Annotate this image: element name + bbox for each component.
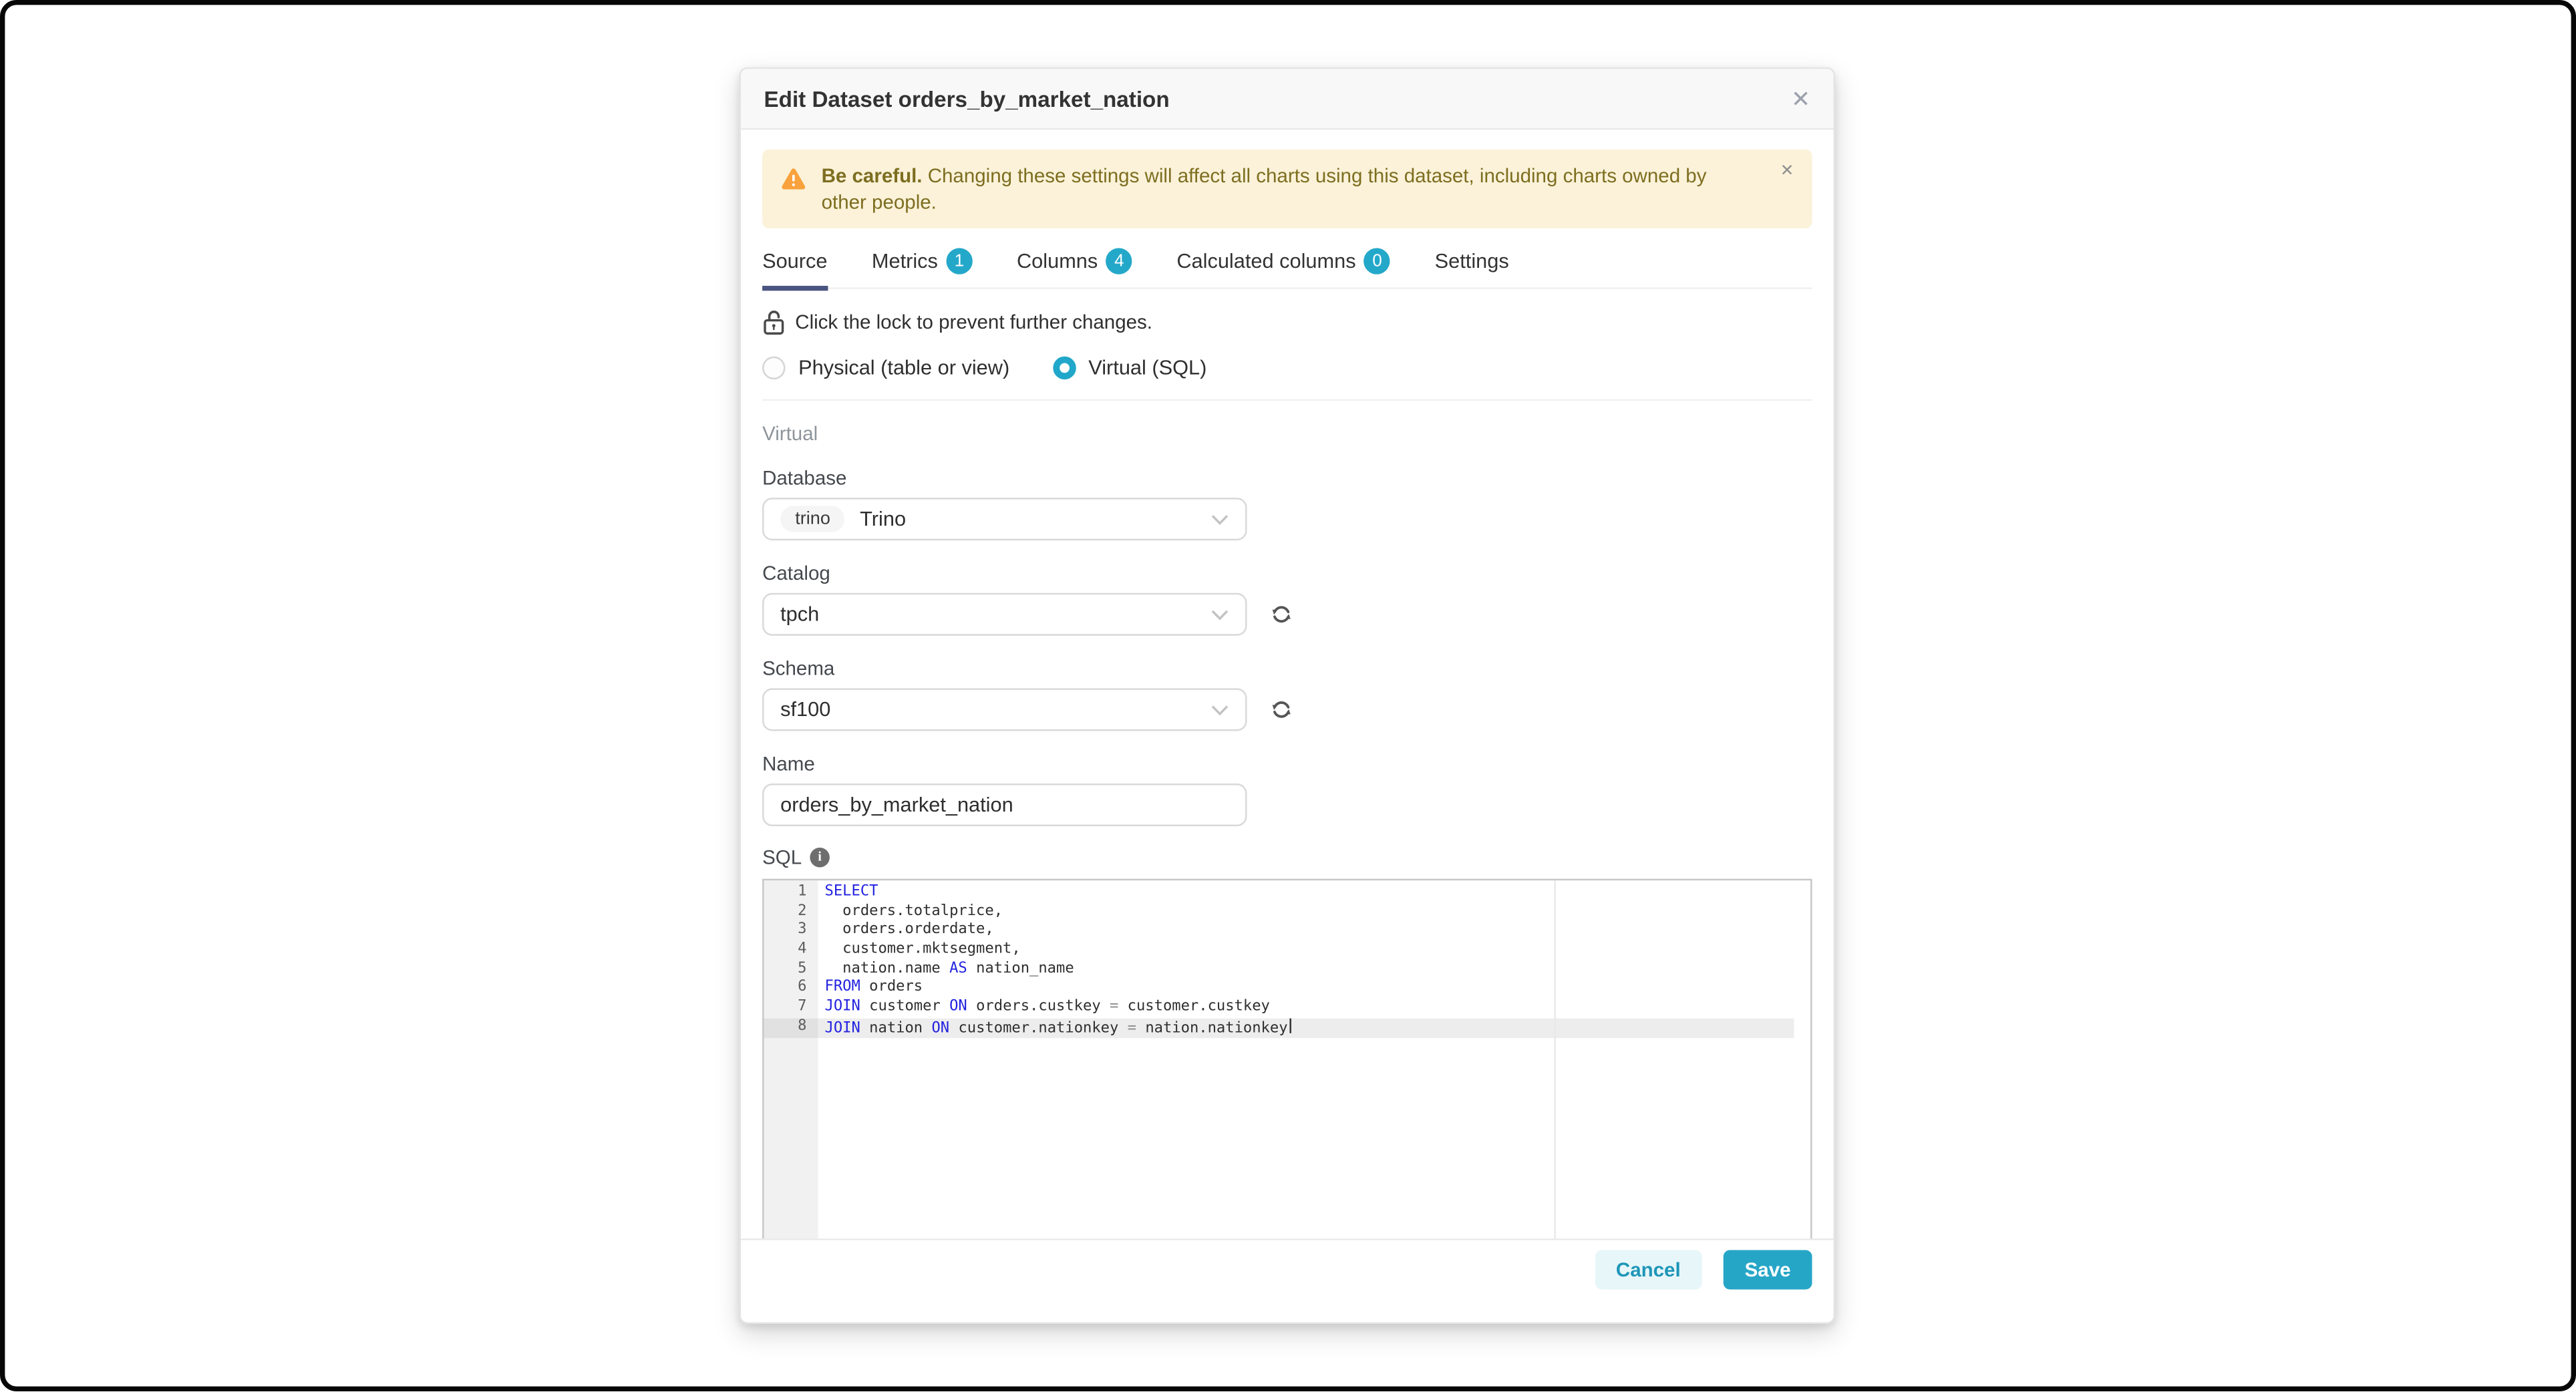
sql-editor[interactable]: 12345678 SELECT orders.totalprice, order… (762, 879, 1812, 1239)
radio-virtual-label: Virtual (SQL) (1088, 357, 1206, 379)
radio-physical-label: Physical (table or view) (798, 357, 1009, 379)
tab-source[interactable]: Source (762, 242, 827, 288)
catalog-label: Catalog (762, 562, 1812, 584)
schema-label: Schema (762, 657, 1812, 680)
tab-bar: Source Metrics 1 Columns 4 Calculated colu… (762, 242, 1812, 289)
tab-metrics-label: Metrics (872, 250, 938, 273)
modal-title: Edit Dataset orders_by_market_nation (764, 86, 1170, 111)
screen: Edit Dataset orders_by_market_nation ✕ B… (0, 0, 2576, 1392)
tab-calculated-columns-label: Calculated columns (1176, 250, 1355, 273)
chevron-down-icon (1211, 514, 1229, 525)
tab-metrics[interactable]: Metrics 1 (872, 242, 973, 288)
database-select[interactable]: trino Trino (762, 498, 1247, 540)
warning-triangle-icon (780, 166, 806, 192)
unlock-icon[interactable] (762, 309, 785, 335)
warning-banner: Be careful. Changing these settings will… (762, 150, 1812, 228)
virtual-section-label: Virtual (762, 422, 1812, 445)
edit-dataset-modal: Edit Dataset orders_by_market_nation ✕ B… (740, 67, 1835, 1324)
modal-footer: Cancel Save (741, 1238, 1833, 1322)
columns-count-badge: 4 (1106, 248, 1132, 274)
database-label: Database (762, 466, 1812, 489)
sql-code-lines: SELECT orders.totalprice, orders.orderda… (818, 880, 1810, 1238)
sql-gutter: 12345678 (764, 880, 818, 1238)
modal-header: Edit Dataset orders_by_market_nation ✕ (741, 69, 1833, 130)
modal-body: Be careful. Changing these settings will… (741, 130, 1833, 1238)
schema-select[interactable]: sf100 (762, 688, 1247, 731)
tab-columns[interactable]: Columns 4 (1017, 242, 1132, 288)
chevron-down-icon (1211, 608, 1229, 620)
radio-physical[interactable]: Physical (table or view) (762, 357, 1009, 379)
radio-virtual[interactable]: Virtual (SQL) (1052, 357, 1206, 379)
metrics-count-badge: 1 (946, 248, 972, 274)
source-type-radio-group: Physical (table or view) Virtual (SQL) (762, 357, 1812, 401)
tab-settings[interactable]: Settings (1435, 242, 1509, 288)
schema-select-value: sf100 (780, 698, 830, 721)
app-window: Edit Dataset orders_by_market_nation ✕ B… (0, 0, 2576, 1392)
warning-close-icon[interactable]: ✕ (1780, 164, 1794, 181)
database-select-value: Trino (860, 508, 906, 530)
lock-row: Click the lock to prevent further change… (762, 309, 1812, 335)
database-backend-tag: trino (780, 506, 845, 532)
modal-title-prefix: Edit Dataset (764, 86, 893, 111)
modal-title-dataset-name: orders_by_market_nation (899, 86, 1170, 111)
name-label: Name (762, 752, 1812, 775)
tab-calculated-columns[interactable]: Calculated columns 0 (1176, 242, 1390, 288)
refresh-schema-icon[interactable] (1269, 697, 1295, 723)
warning-text-bold: Be careful. (822, 164, 923, 187)
refresh-catalog-icon[interactable] (1269, 601, 1295, 627)
tab-settings-label: Settings (1435, 250, 1509, 273)
radio-virtual-control[interactable] (1052, 357, 1075, 379)
close-icon[interactable]: ✕ (1791, 87, 1810, 110)
warning-text-rest: Changing these settings will affect all … (822, 164, 1707, 214)
radio-physical-control[interactable] (762, 357, 785, 379)
chevron-down-icon (1211, 704, 1229, 715)
cancel-button[interactable]: Cancel (1595, 1250, 1702, 1289)
tab-source-label: Source (762, 250, 827, 273)
catalog-select[interactable]: tpch (762, 593, 1247, 636)
lock-hint-text: Click the lock to prevent further change… (795, 311, 1152, 333)
dataset-name-input[interactable] (762, 784, 1247, 826)
info-icon: i (810, 848, 830, 868)
sql-editor-wrap: 12345678 SELECT orders.totalprice, order… (762, 879, 1812, 1239)
catalog-select-value: tpch (780, 603, 819, 626)
tab-columns-label: Columns (1017, 250, 1098, 273)
sql-label: SQL (762, 846, 802, 868)
save-button[interactable]: Save (1724, 1250, 1812, 1289)
calculated-columns-count-badge: 0 (1364, 248, 1390, 274)
warning-text: Be careful. Changing these settings will… (822, 162, 1756, 215)
